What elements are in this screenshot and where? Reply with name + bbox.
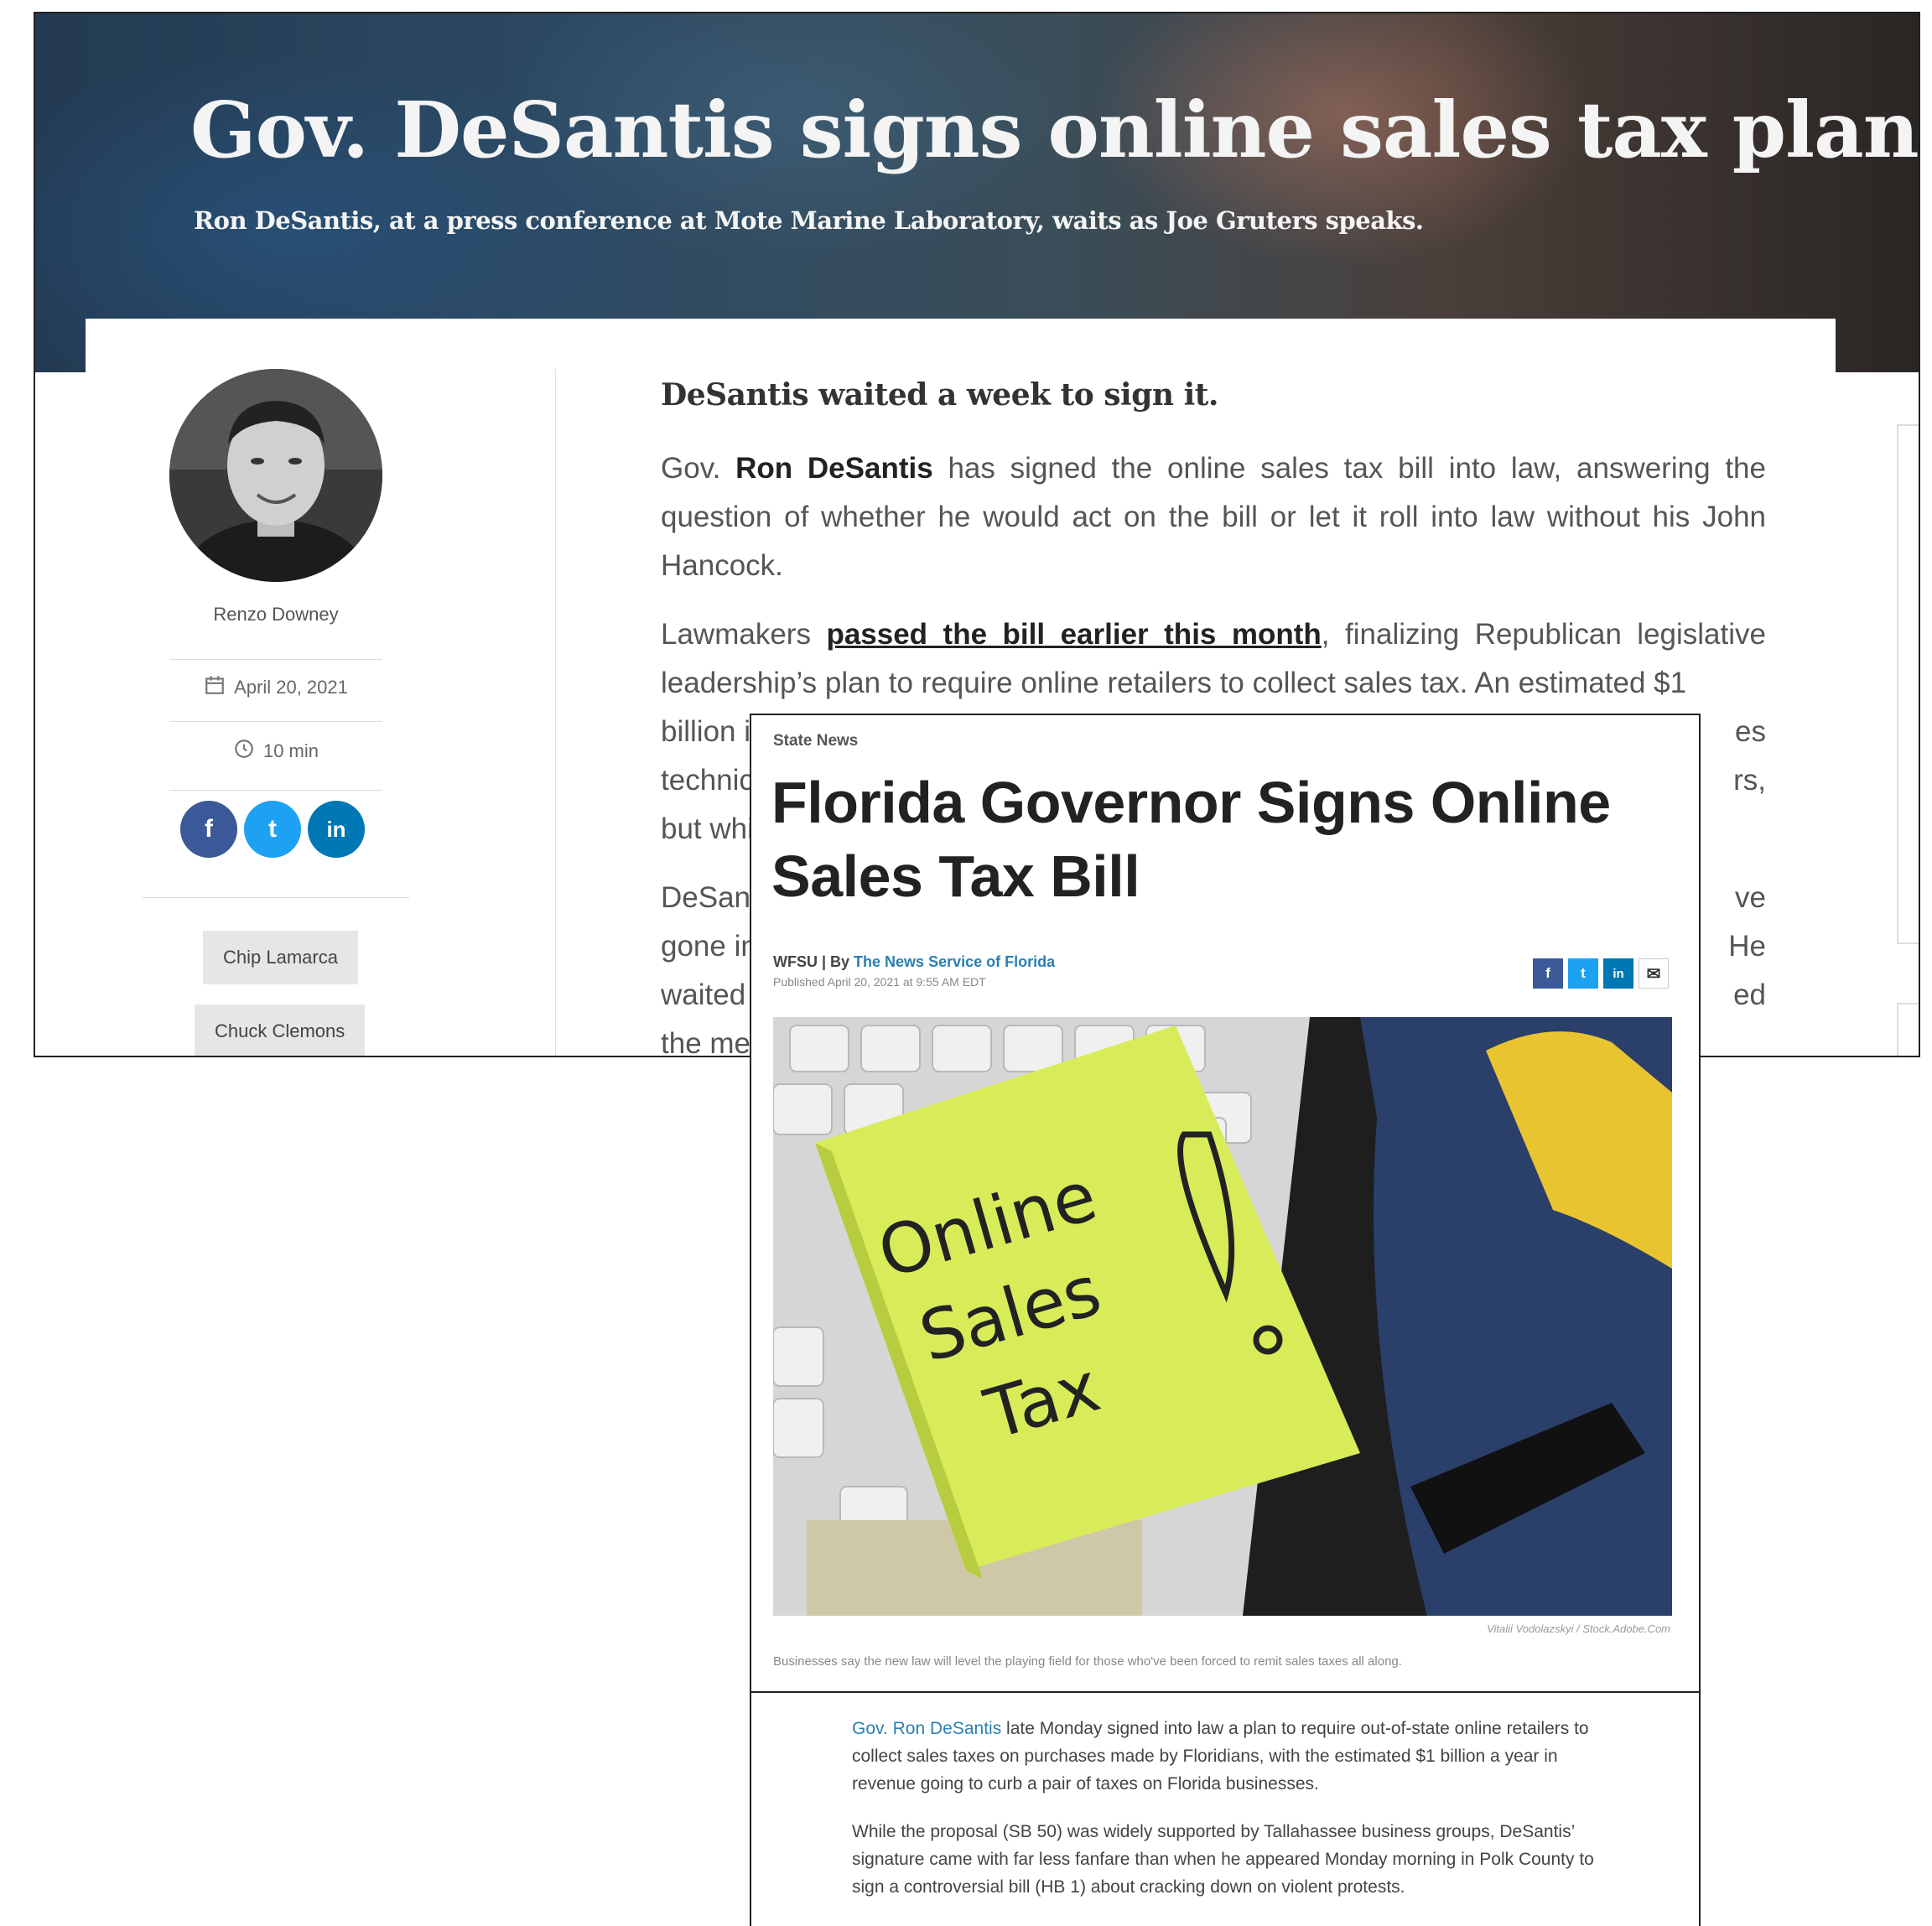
photo-credit: Vitalii Vodolazskyi / Stock.Adobe.Com [1487, 1622, 1670, 1635]
article-title: Florida Governor Signs Online Sales Tax … [771, 770, 1611, 909]
article-lede: DeSantis waited a week to sign it. [661, 377, 1218, 413]
calendar-icon [204, 674, 226, 701]
email-icon: ✉ [1646, 964, 1661, 984]
twitter-icon: t [1581, 965, 1586, 981]
divider [169, 721, 382, 722]
right-rail-widget [1897, 424, 1919, 944]
author-avatar[interactable] [169, 369, 382, 582]
read-time: 10 min [86, 738, 466, 765]
tag-chuck-clemons[interactable]: Chuck Clemons [195, 1005, 366, 1056]
author-name[interactable]: Renzo Downey [86, 604, 466, 626]
twitter-share-button[interactable]: t [1568, 958, 1598, 989]
divider [169, 790, 382, 791]
share-buttons: f t in [180, 801, 365, 858]
twitter-share-button[interactable]: t [244, 801, 301, 858]
share-buttons: f t in ✉ [1533, 958, 1669, 989]
divider [751, 1691, 1699, 1693]
date-text: April 20, 2021 [234, 677, 348, 698]
bill-passed-link[interactable]: passed the bill earlier this month [826, 618, 1321, 651]
divider [143, 897, 409, 898]
photo-caption: Businesses say the new law will level th… [773, 1654, 1402, 1669]
author-org-link[interactable]: The News Service of Florida [854, 953, 1055, 970]
right-rail-widget [1897, 1003, 1919, 1056]
facebook-share-button[interactable]: f [1533, 958, 1563, 989]
article-b-body: Gov. Ron DeSantis late Monday signed int… [852, 1715, 1623, 1921]
section-kicker[interactable]: State News [773, 732, 858, 750]
hero-caption: Ron DeSantis, at a press conference at M… [194, 206, 1424, 235]
publish-date: April 20, 2021 [86, 674, 466, 701]
desantis-link[interactable]: Gov. Ron DeSantis [852, 1719, 1001, 1738]
person-name: Ron DeSantis [735, 452, 933, 485]
tag-chip-lamarca[interactable]: Chip Lamarca [203, 931, 358, 984]
linkedin-share-button[interactable]: in [308, 801, 365, 858]
article-screenshot-b: State News Florida Governor Signs Online… [750, 714, 1701, 1926]
clock-icon [233, 738, 255, 765]
author-sidebar: Renzo Downey April 20, 2021 10 min f t i… [86, 319, 555, 1056]
facebook-icon: f [205, 815, 213, 843]
column-divider [555, 369, 556, 1056]
byline: WFSU | By The News Service of Florida [773, 953, 1056, 970]
linkedin-icon: in [326, 816, 346, 842]
published-date: Published April 20, 2021 at 9:55 AM EDT [773, 975, 986, 989]
paragraph: Gov. Ron DeSantis late Monday signed int… [852, 1719, 1589, 1794]
read-time-text: 10 min [262, 740, 319, 761]
twitter-icon: t [268, 815, 277, 843]
paragraph: Gov. Ron DeSantis has signed the online … [661, 452, 1766, 582]
page-title: Gov. DeSantis signs online sales tax pla… [190, 85, 1919, 175]
article-photo: Online Sales Tax [773, 1017, 1672, 1616]
facebook-icon: f [1545, 965, 1550, 981]
divider [169, 659, 382, 660]
paragraph: While the proposal (SB 50) was widely su… [852, 1822, 1594, 1897]
linkedin-icon: in [1613, 966, 1624, 981]
email-share-button[interactable]: ✉ [1639, 958, 1669, 989]
linkedin-share-button[interactable]: in [1603, 958, 1633, 989]
facebook-share-button[interactable]: f [180, 801, 237, 858]
